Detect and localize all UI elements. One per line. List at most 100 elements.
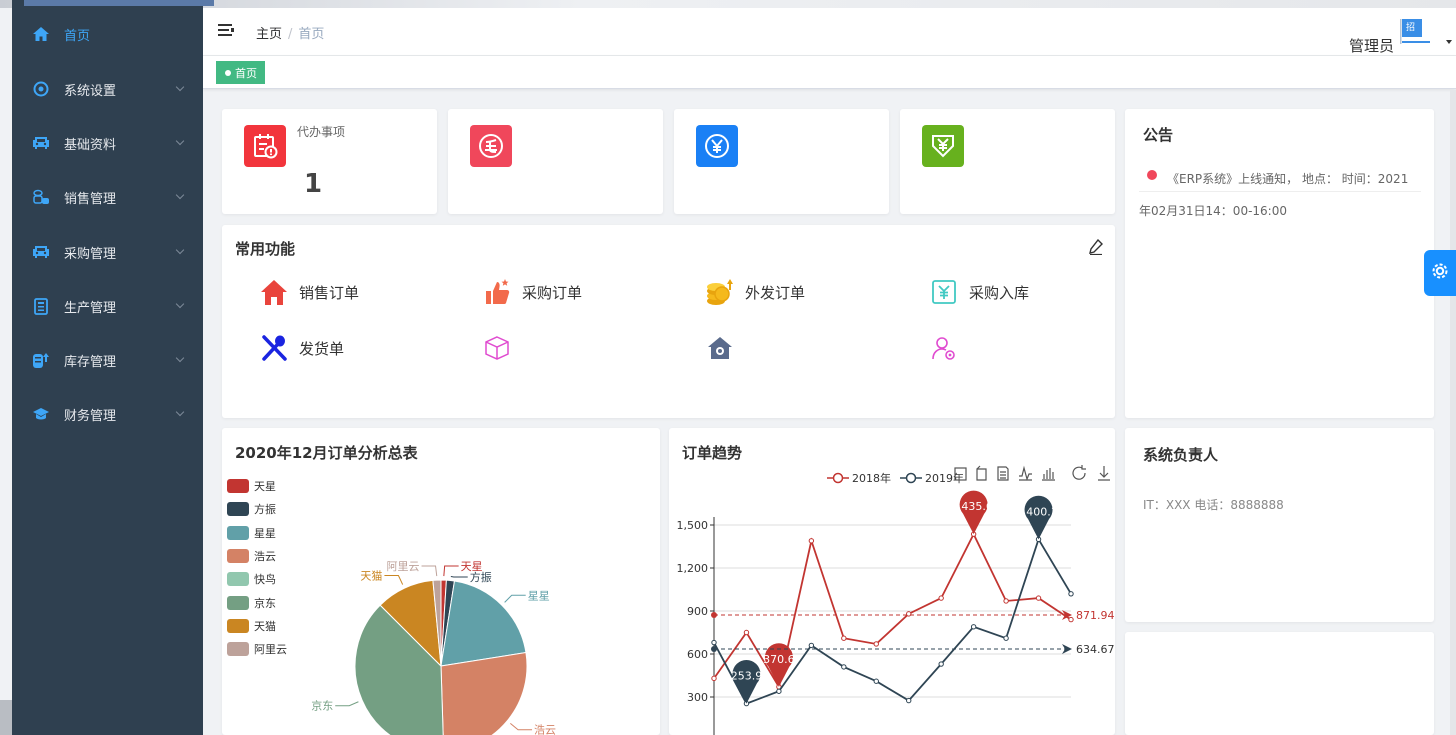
data-point (906, 697, 912, 704)
sidebar: 首页 系统设置 基础资料 销售管理 采购管理 生产管理 库存管理 财务管理 (12, 0, 214, 735)
breadcrumb-current: 首页 (298, 27, 325, 42)
function-purchase-order[interactable]: 采购订单 (482, 277, 582, 307)
home-icon (32, 25, 50, 43)
legend-marker (832, 472, 844, 484)
marker-pin-label: 370.6 (763, 653, 795, 666)
chevron-down-icon (175, 299, 185, 309)
pie-label-line (384, 575, 404, 585)
empty-card (1125, 632, 1434, 735)
line-chart: 03006009001,2001,5002018年2019年871.941435… (677, 465, 1115, 735)
undo-icon[interactable] (976, 465, 987, 481)
sidebar-item-home[interactable]: 首页 (12, 7, 203, 61)
spoon-cross-icon (259, 333, 289, 363)
pie-label: 浩云 (534, 724, 556, 735)
coins-icon (32, 188, 50, 206)
pie-label-line (443, 565, 459, 577)
tag-label: 首页 (235, 66, 257, 80)
data-point (1035, 595, 1042, 601)
user-name[interactable]: 管理员 (1349, 35, 1394, 56)
sidebar-item-system-settings[interactable]: 系统设置 (12, 62, 203, 116)
scrollbar[interactable] (1450, 90, 1456, 735)
stat-card-3[interactable] (674, 109, 889, 214)
settings-circle-icon (32, 80, 50, 98)
sidebar-item-finance[interactable]: 财务管理 (12, 387, 203, 441)
function-sales-order[interactable]: 销售订单 (259, 277, 359, 307)
stat-card-todo[interactable]: 代办事项 1 (222, 109, 437, 214)
data-point (1003, 598, 1009, 604)
avatar[interactable]: 招 (1400, 17, 1432, 47)
pencil-icon[interactable] (1089, 238, 1103, 259)
yuan-download-icon (922, 125, 964, 167)
y-tick-label: 1,500 (677, 519, 709, 532)
sidebar-item-basic-data[interactable]: 基础资料 (12, 116, 203, 170)
data-point (808, 642, 815, 649)
stat-card-2[interactable] (448, 109, 663, 214)
tags-view: 首页 (203, 56, 1456, 89)
line-chart-icon[interactable] (1019, 465, 1032, 481)
function-package[interactable] (482, 333, 522, 363)
gear-icon (1429, 260, 1451, 286)
avatar-text: 招 (1406, 23, 1416, 33)
notice-title: 公告 (1143, 126, 1174, 144)
bar-chart-icon[interactable] (1042, 468, 1055, 481)
bullet-dot-icon (1147, 170, 1157, 180)
car-icon (32, 243, 50, 261)
chevron-down-icon (175, 136, 185, 146)
tag-home[interactable]: 首页 (216, 61, 265, 84)
top-navbar: 主页 / 首页 管理员 招 (203, 8, 1456, 56)
function-label: 外发订单 (745, 283, 806, 302)
data-point (711, 675, 717, 682)
data-point (1068, 591, 1074, 597)
download-icon[interactable] (1098, 466, 1110, 481)
legend-label: 2019年 (925, 471, 964, 485)
graduation-cap-icon (32, 405, 50, 423)
sidebar-item-inventory[interactable]: 库存管理 (12, 333, 203, 387)
function-purchase-inbound[interactable]: 采购入库 (929, 277, 1029, 307)
pie-label: 京东 (311, 699, 333, 713)
sidebar-item-label: 销售管理 (64, 191, 117, 207)
y-tick-label: 300 (687, 691, 708, 704)
function-label: 销售订单 (299, 283, 360, 302)
function-warehouse[interactable] (705, 333, 745, 363)
document-icon[interactable] (997, 466, 1009, 481)
dot-icon (225, 69, 231, 76)
stat-label: 代办事项 (297, 125, 346, 139)
sidebar-item-label: 库存管理 (64, 354, 117, 370)
sidebar-item-production[interactable]: 生产管理 (12, 279, 203, 333)
common-functions-card: 常用功能 销售订单 采购订单 外发订单 采购入库 发货单 (222, 225, 1115, 418)
notice-item[interactable]: 《ERP系统》上线通知， 地点： 时间：2021 (1139, 167, 1421, 192)
yuan-circle-icon (696, 125, 738, 167)
sidebar-item-sales[interactable]: 销售管理 (12, 170, 203, 224)
pie-label: 星星 (528, 589, 550, 602)
function-delivery-note[interactable]: 发货单 (259, 333, 344, 363)
pie-chart-card: 2020年12月订单分析总表 天星 方振 星星 浩云 快鸟 京东 天猫 阿里云 天星 方振 星星浩… (222, 428, 660, 735)
user-gear-icon (929, 333, 959, 363)
marker-pin-label: 1400.1 (1019, 505, 1058, 518)
sidebar-item-purchase[interactable]: 采购管理 (12, 225, 203, 279)
average-label: 871.94 (1076, 609, 1115, 622)
legend-label: 2018年 (852, 471, 891, 485)
stack-coins-icon (32, 351, 50, 369)
chevron-down-icon (175, 245, 185, 255)
y-tick-label: 600 (687, 648, 708, 661)
pie-label: 方振 (470, 570, 492, 584)
stat-card-4[interactable] (900, 109, 1115, 214)
data-point (873, 641, 879, 647)
pie-label: 天猫 (360, 570, 382, 583)
pie-chart: 天星方振星星浩云京东天猫阿里云 (311, 560, 556, 735)
refresh-icon[interactable] (1072, 465, 1086, 480)
menu-toggle-icon[interactable] (218, 24, 234, 36)
caret-down-icon[interactable] (1446, 40, 1452, 44)
average-label: 634.67 (1076, 643, 1115, 656)
sidebar-item-label: 生产管理 (64, 300, 117, 316)
owner-card: 系统负责人 IT：XXX 电话：8888888 (1125, 428, 1434, 622)
settings-button[interactable] (1424, 250, 1456, 296)
pie-label-line (504, 594, 526, 603)
y-tick-label: 1,200 (677, 562, 709, 575)
sidebar-item-label: 基础资料 (64, 137, 117, 153)
car-icon (32, 134, 50, 152)
function-outsource-order[interactable]: 外发订单 (705, 277, 805, 307)
sidebar-item-label: 采购管理 (64, 246, 117, 262)
breadcrumb-root[interactable]: 主页 (256, 27, 282, 42)
function-user-settings[interactable] (929, 333, 969, 363)
